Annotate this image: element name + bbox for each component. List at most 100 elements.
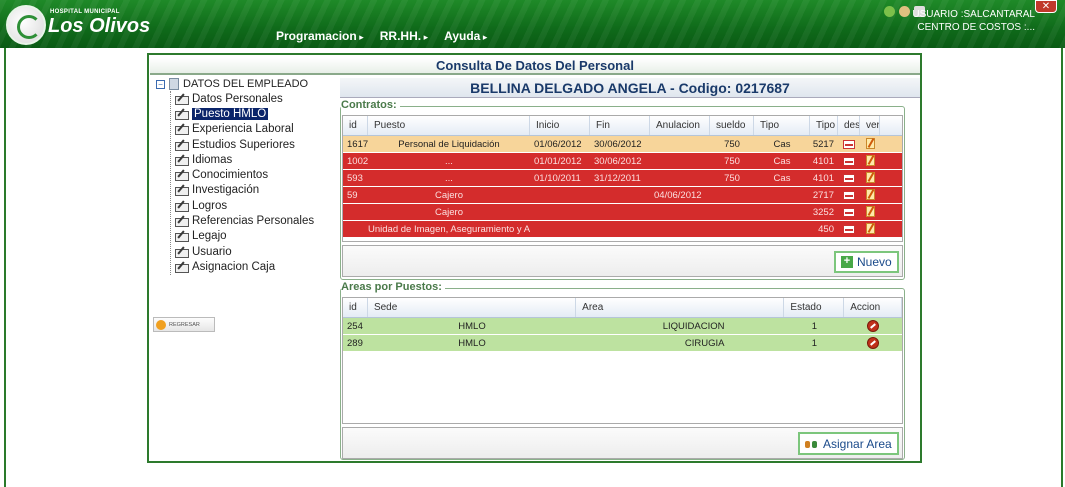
cell-anulacion: 04/06/2012 bbox=[654, 190, 702, 201]
menu-ayuda[interactable]: Ayuda bbox=[444, 29, 487, 43]
edit-icon bbox=[175, 216, 189, 228]
cell-sueldo: 750 bbox=[724, 156, 740, 167]
col-tipo2[interactable]: Tipo bbox=[810, 116, 838, 135]
tree-item-datos-personales[interactable]: Datos Personales bbox=[171, 91, 336, 106]
edit-icon bbox=[175, 201, 189, 212]
detail-icon[interactable] bbox=[843, 208, 855, 217]
col-accion[interactable]: Accion bbox=[844, 298, 902, 317]
col-sueldo[interactable]: sueldo bbox=[710, 116, 754, 135]
contract-row[interactable]: 1617 Personal de Liquidación 01/06/2012 30/… bbox=[343, 136, 902, 153]
menu-rrhh[interactable]: RR.HH. bbox=[380, 29, 428, 43]
back-button[interactable]: REGRESAR bbox=[153, 317, 215, 332]
tree-item-conocimientos[interactable]: Conocimientos bbox=[171, 167, 336, 182]
contract-row[interactable]: Unidad de Imagen, Aseguramiento y At 450 bbox=[343, 221, 902, 238]
contract-row[interactable]: Cajero 3252 bbox=[343, 204, 902, 221]
menu-programacion[interactable]: Programacion bbox=[276, 29, 364, 43]
cell-puesto: ... bbox=[445, 156, 453, 167]
tree-item-idiomas[interactable]: Idiomas bbox=[171, 152, 336, 167]
contracts-body: 1617 Personal de Liquidación 01/06/2012 30/… bbox=[343, 136, 902, 238]
detail-icon[interactable] bbox=[843, 191, 855, 200]
col-id[interactable]: id bbox=[343, 116, 368, 135]
user-icon[interactable] bbox=[899, 6, 910, 17]
ver-cell bbox=[860, 221, 880, 237]
cell-anulacion bbox=[650, 136, 710, 152]
user-label: USUARIO :SALCANTARAL bbox=[912, 9, 1035, 20]
tree-item-investigacion[interactable]: Investigación bbox=[171, 183, 336, 198]
tree-item-referencias-personales[interactable]: Referencias Personales bbox=[171, 213, 336, 228]
cell-tipo2: 4101 bbox=[812, 156, 834, 167]
cell-fin: 31/12/2011 bbox=[594, 173, 641, 184]
contract-row[interactable]: 59 Cajero 04/06/2012 2717 bbox=[343, 187, 902, 204]
cell-inicio bbox=[530, 204, 590, 220]
ver-cell bbox=[860, 187, 880, 203]
cell-fin: 30/06/2012 bbox=[594, 156, 642, 167]
tree-item-logros[interactable]: Logros bbox=[171, 198, 336, 213]
contract-row[interactable]: 593... 01/10/2011 31/12/2011 750 Cas 4101 bbox=[343, 170, 902, 187]
area-row[interactable]: 254 HMLO LIQUIDACION 1 bbox=[343, 318, 902, 335]
detail-icon[interactable] bbox=[843, 157, 855, 166]
tree-item-estudios-superiores[interactable]: Estudios Superiores bbox=[171, 137, 336, 152]
cell-tipo bbox=[754, 204, 810, 220]
detail-icon[interactable] bbox=[843, 140, 855, 149]
ver-cell bbox=[860, 136, 880, 152]
tree-item-puesto-hmlo[interactable]: Puesto HMLO bbox=[171, 106, 336, 121]
cell-tipo bbox=[754, 221, 810, 237]
col-des[interactable]: des bbox=[838, 116, 860, 135]
col-sede[interactable]: Sede bbox=[368, 298, 577, 317]
col-puesto[interactable]: Puesto bbox=[368, 116, 530, 135]
tree-items: Datos Personales Puesto HMLO Experiencia… bbox=[170, 91, 336, 275]
des-cell bbox=[838, 170, 860, 186]
cell-sede: HMLO bbox=[458, 321, 486, 332]
cell-estado: 1 bbox=[811, 321, 818, 332]
des-cell bbox=[838, 204, 860, 220]
edit-icon[interactable] bbox=[865, 172, 875, 183]
col-area[interactable]: Area bbox=[576, 298, 785, 317]
detail-icon[interactable] bbox=[843, 225, 855, 234]
edit-icon bbox=[175, 155, 189, 166]
assign-area-button[interactable]: Asignar Area bbox=[798, 432, 899, 455]
contracts-grid: id Puesto Inicio Fin Anulacion sueldo Ti… bbox=[342, 115, 903, 242]
tree-item-usuario[interactable]: Usuario bbox=[171, 244, 336, 259]
cell-estado: 1 bbox=[811, 338, 818, 349]
collapse-icon[interactable]: − bbox=[156, 79, 165, 89]
new-contract-button[interactable]: + Nuevo bbox=[834, 251, 899, 273]
cost-center-label: CENTRO DE COSTOS :... bbox=[917, 22, 1035, 33]
col-ver[interactable]: ver bbox=[860, 116, 880, 135]
col-area-id[interactable]: id bbox=[343, 298, 368, 317]
col-estado[interactable]: Estado bbox=[784, 298, 845, 317]
contract-row[interactable]: 1002... 01/01/2012 30/06/2012 750 Cas 4101 bbox=[343, 153, 902, 170]
edit-icon[interactable] bbox=[865, 223, 875, 234]
tree-item-legajo[interactable]: Legajo bbox=[171, 229, 336, 244]
edit-icon[interactable] bbox=[865, 155, 875, 166]
cell-sueldo: 750 bbox=[724, 173, 740, 184]
top-bar: HOSPITAL MUNICIPAL Los Olivos Programaci… bbox=[0, 0, 1065, 48]
edit-icon[interactable] bbox=[865, 206, 875, 217]
cell-id: 289 bbox=[347, 338, 363, 349]
col-anulacion[interactable]: Anulacion bbox=[650, 116, 710, 135]
cell-anulacion bbox=[650, 221, 710, 237]
col-tipo[interactable]: Tipo bbox=[754, 116, 810, 135]
delete-icon[interactable] bbox=[867, 320, 880, 332]
col-fin[interactable]: Fin bbox=[590, 116, 650, 135]
detail-icon[interactable] bbox=[843, 174, 855, 183]
des-cell bbox=[838, 153, 860, 169]
accion-cell bbox=[844, 318, 902, 334]
delete-icon[interactable] bbox=[867, 337, 880, 349]
col-inicio[interactable]: Inicio bbox=[530, 116, 590, 135]
area-row[interactable]: 289 HMLO CIRUGIA 1 bbox=[343, 335, 902, 352]
tree-item-experiencia-laboral[interactable]: Experiencia Laboral bbox=[171, 122, 336, 137]
close-icon[interactable]: ✕ bbox=[1035, 0, 1057, 13]
edit-icon bbox=[175, 231, 189, 243]
edit-icon[interactable] bbox=[865, 138, 875, 149]
cell-tipo2: 3252 bbox=[812, 207, 834, 218]
edit-icon bbox=[175, 109, 189, 120]
des-cell bbox=[838, 221, 860, 237]
globe-icon[interactable] bbox=[884, 6, 895, 17]
ver-cell bbox=[860, 204, 880, 220]
tree-root[interactable]: − DATOS DEL EMPLEADO bbox=[156, 77, 336, 91]
cell-id: 1002 bbox=[347, 156, 368, 167]
back-button-label: REGRESAR bbox=[169, 321, 200, 328]
tree-item-asignacion-caja[interactable]: Asignacion Caja bbox=[171, 259, 336, 274]
employee-name: BELLINA DELGADO ANGELA - Codigo: 0217687 bbox=[340, 78, 920, 98]
edit-icon[interactable] bbox=[865, 189, 875, 200]
